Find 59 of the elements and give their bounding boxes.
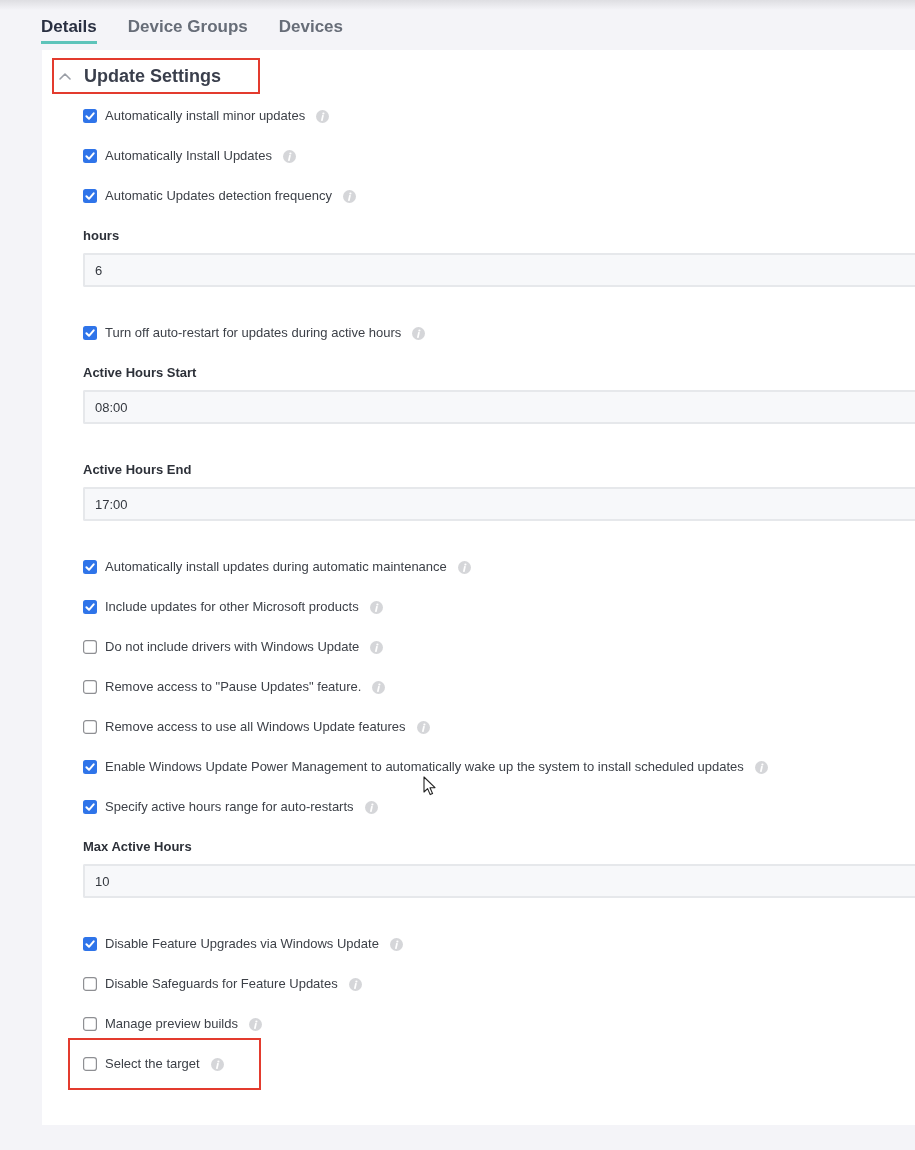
checkbox-label: Disable Feature Upgrades via Windows Update [105,935,379,953]
input-field[interactable]: 10 [83,864,915,898]
info-icon[interactable] [210,1057,224,1071]
info-icon[interactable] [282,149,296,163]
cursor-icon [423,776,436,796]
checkbox[interactable] [83,680,97,694]
checkbox-label: Specify active hours range for auto-restarts [105,798,354,816]
info-icon[interactable] [369,600,383,614]
checkbox-label: Automatically Install Updates [105,147,272,165]
field-label: Active Hours End [83,461,193,479]
input-field[interactable]: 17:00 [83,487,915,521]
section-title: Update Settings [84,65,221,88]
checkbox[interactable] [83,800,97,814]
checkbox-label: Remove access to use all Windows Update features [105,718,406,736]
checkbox[interactable] [83,640,97,654]
info-icon[interactable] [754,760,768,774]
checkbox[interactable] [83,937,97,951]
checkbox[interactable] [83,560,97,574]
checkbox[interactable] [83,1017,97,1031]
info-icon[interactable] [370,640,384,654]
checkbox-label: Automatic Updates detection frequency [105,187,332,205]
input-field[interactable]: 08:00 [83,390,915,424]
info-icon[interactable] [342,189,356,203]
checkbox[interactable] [83,1057,97,1071]
input-field[interactable]: 6 [83,253,915,287]
info-icon[interactable] [457,560,471,574]
tab[interactable]: Details [41,10,97,44]
checkbox-label: Turn off auto-restart for updates during active hours [105,324,402,342]
info-icon[interactable] [412,326,426,340]
checkbox-label: Remove access to "Pause Updates" feature. [105,678,362,696]
info-icon[interactable] [348,977,362,991]
checkbox[interactable] [83,326,97,340]
checkbox-label: Select the target [105,1055,200,1073]
field-label: Active Hours Start [83,364,198,382]
chevron-up-icon[interactable] [59,72,71,80]
info-icon[interactable] [372,680,386,694]
info-icon[interactable] [364,800,378,814]
checkbox-label: Include updates for other Microsoft products [105,598,359,616]
checkbox[interactable] [83,189,97,203]
info-icon[interactable] [248,1017,262,1031]
checkbox[interactable] [83,600,97,614]
checkbox[interactable] [83,977,97,991]
checkbox[interactable] [83,149,97,163]
tab[interactable]: Devices [278,10,344,44]
checkbox-label: Enable Windows Update Power Management to automatically wake up the system to install scheduled updates [105,758,744,776]
checkbox-label: Automatically install updates during automatic maintenance [105,558,447,576]
checkbox-label: Do not include drivers with Windows Update [105,638,360,656]
checkbox[interactable] [83,760,97,774]
info-icon[interactable] [416,720,430,734]
checkbox[interactable] [83,109,97,123]
info-icon[interactable] [389,937,403,951]
checkbox-label: Automatically install minor updates [105,107,306,125]
checkbox-label: Manage preview builds [105,1015,238,1033]
checkbox[interactable] [83,720,97,734]
field-label: hours [83,227,121,245]
info-icon[interactable] [316,109,330,123]
field-label: Max Active Hours [83,838,193,856]
checkbox-label: Disable Safeguards for Feature Updates [105,975,338,993]
tab[interactable]: Device Groups [127,10,248,44]
